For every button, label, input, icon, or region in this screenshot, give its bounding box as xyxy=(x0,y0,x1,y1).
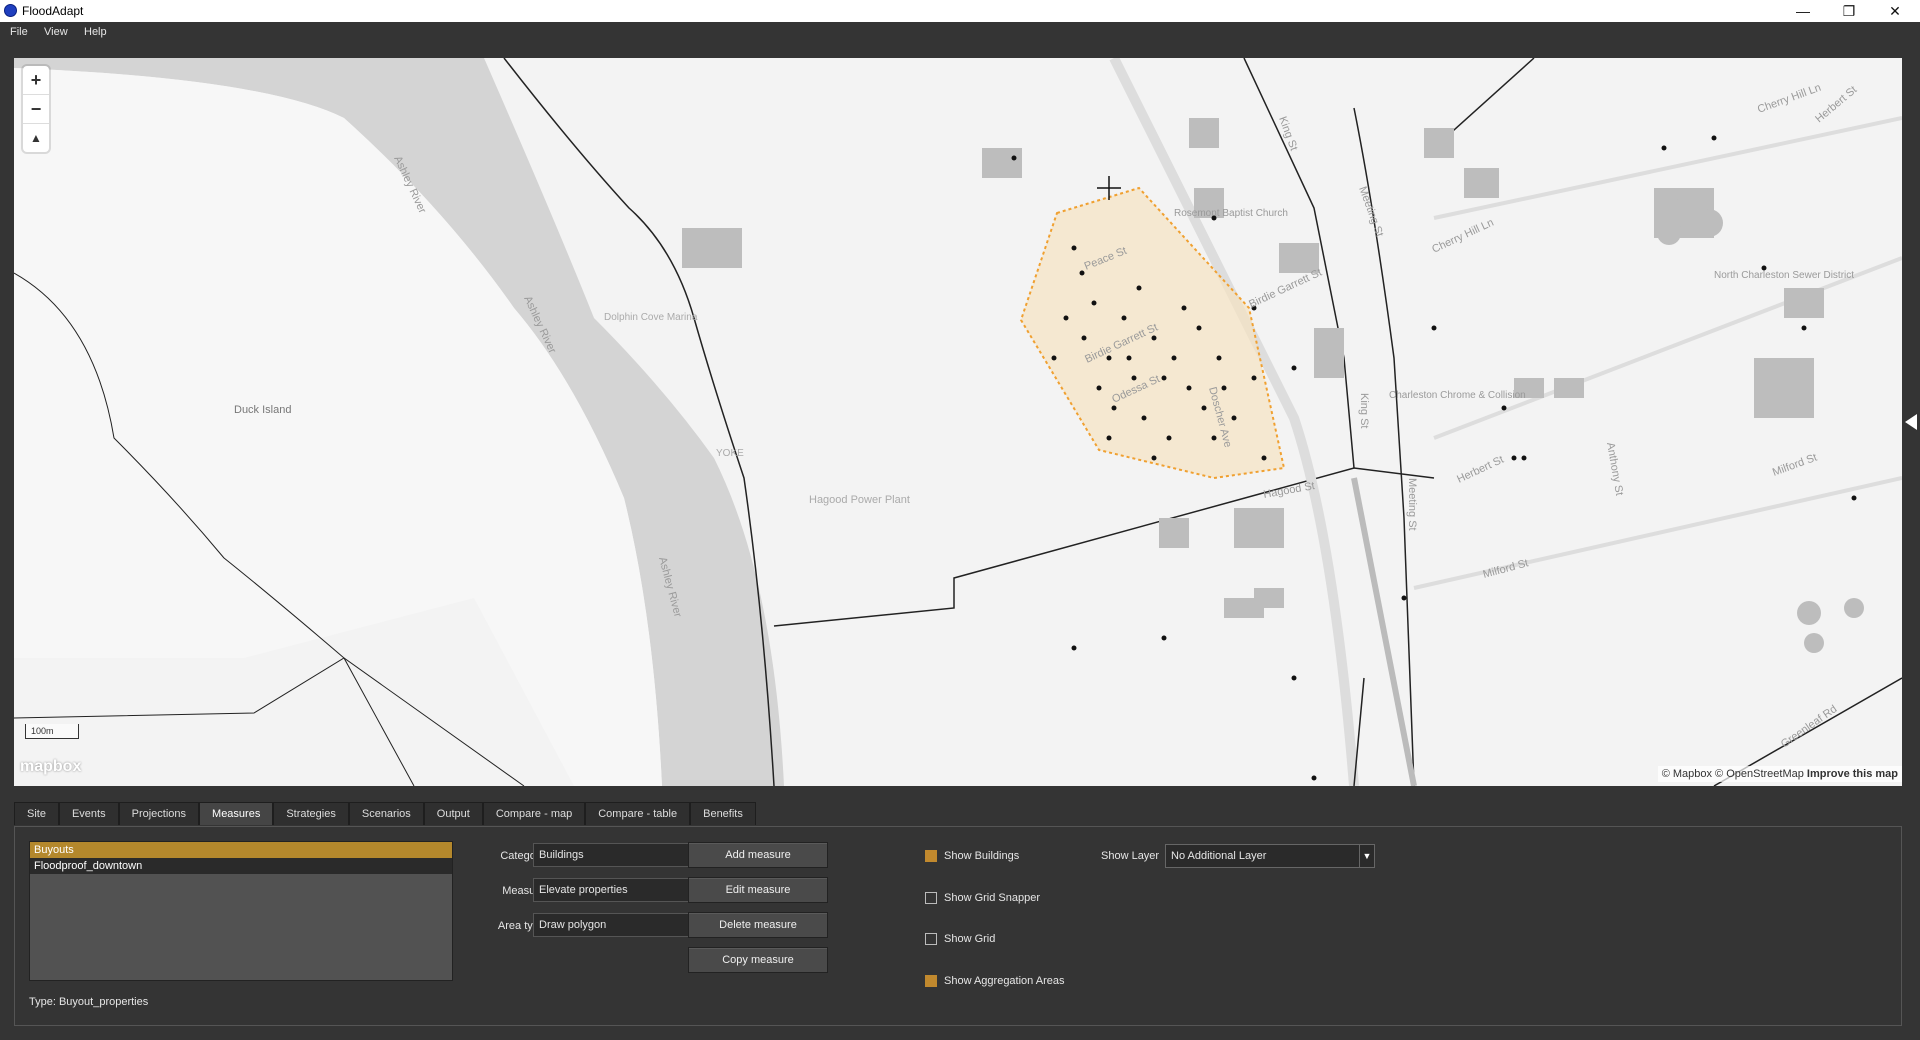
tab-projections[interactable]: Projections xyxy=(118,802,200,825)
road-line xyxy=(1433,256,1902,440)
measure-select[interactable]: Elevate properties ▼ xyxy=(533,878,705,902)
tab-compare-map[interactable]: Compare - map xyxy=(482,802,586,825)
show-grid-label: Show Grid xyxy=(944,933,996,945)
map-label: Anthony St xyxy=(1604,441,1625,496)
side-panel-toggle-icon[interactable] xyxy=(1905,414,1917,430)
river-area-2 xyxy=(14,68,662,786)
measure-type-label: Type: Buyout_properties xyxy=(29,996,149,1008)
map-label: Rosemont Baptist Church xyxy=(1174,208,1288,219)
road-line xyxy=(1353,677,1365,786)
area-type-value: Draw polygon xyxy=(539,919,607,931)
menu-help[interactable]: Help xyxy=(84,26,107,38)
map-label: Meeting St xyxy=(1356,185,1385,239)
main-tabs: Site Events Projections Measures Strateg… xyxy=(14,802,756,825)
menu-bar: File View Help xyxy=(0,22,1920,43)
minimize-button[interactable]: — xyxy=(1780,0,1826,22)
map-label: Greenleaf Rd xyxy=(1779,703,1839,750)
menu-view[interactable]: View xyxy=(44,26,68,38)
show-buildings-checkbox[interactable] xyxy=(925,850,937,862)
app-title: FloodAdapt xyxy=(22,4,84,18)
tab-strategies[interactable]: Strategies xyxy=(273,802,349,825)
area-type-select[interactable]: Draw polygon ▼ xyxy=(533,913,705,937)
measure-value: Elevate properties xyxy=(539,884,628,896)
zoom-in-button[interactable]: + xyxy=(23,66,49,95)
zoom-control: + − ▲ xyxy=(23,66,49,152)
menu-file[interactable]: File xyxy=(10,26,28,38)
scale-bar: 100m xyxy=(25,724,79,739)
map-canvas[interactable]: Ashley River Ashley River Ashley River D… xyxy=(14,58,1902,786)
mapbox-logo: mapbox xyxy=(20,758,82,775)
show-grid-checkbox[interactable] xyxy=(925,933,937,945)
map-view[interactable]: Ashley River Ashley River Ashley River D… xyxy=(14,58,1902,786)
map-label: Cherry Hill Ln xyxy=(1756,82,1823,116)
tab-scenarios[interactable]: Scenarios xyxy=(348,802,424,825)
map-label: Milford St xyxy=(1771,452,1819,479)
add-measure-button[interactable]: Add measure xyxy=(688,842,828,868)
show-layer-value: No Additional Layer xyxy=(1171,850,1267,862)
map-label: Milford St xyxy=(1482,557,1530,581)
tab-benefits[interactable]: Benefits xyxy=(690,802,756,825)
map-label: North Charleston Sewer District xyxy=(1714,270,1854,281)
show-layer-select[interactable]: No Additional Layer ▼ xyxy=(1165,844,1375,868)
copy-measure-button[interactable]: Copy measure xyxy=(688,947,828,973)
show-layer-label: Show Layer xyxy=(1101,850,1160,862)
attribution-text[interactable]: © Mapbox © OpenStreetMap xyxy=(1662,768,1804,780)
tab-measures[interactable]: Measures xyxy=(199,802,274,825)
map-label: Birdie Garrett St xyxy=(1247,267,1324,311)
road-line xyxy=(14,657,525,786)
list-item[interactable]: Floodproof_downtown xyxy=(30,858,452,874)
tab-events[interactable]: Events xyxy=(58,802,119,825)
category-select[interactable]: Buildings ▼ xyxy=(533,843,705,867)
chevron-down-icon: ▼ xyxy=(1359,845,1374,867)
category-value: Buildings xyxy=(539,849,584,861)
map-label: Meeting St xyxy=(1406,478,1418,531)
title-bar: FloodAdapt — ❐ ✕ xyxy=(0,0,1920,22)
show-grid-snapper-checkbox[interactable] xyxy=(925,892,937,904)
map-label: Dolphin Cove Marina xyxy=(604,312,698,323)
restore-button[interactable]: ❐ xyxy=(1826,0,1872,22)
show-aggregation-label: Show Aggregation Areas xyxy=(944,975,1065,987)
map-attribution: © Mapbox © OpenStreetMap Improve this ma… xyxy=(1657,766,1902,782)
road-line xyxy=(1351,477,1417,786)
zoom-out-button[interactable]: − xyxy=(23,95,49,124)
app-icon xyxy=(4,4,17,17)
show-buildings-label: Show Buildings xyxy=(944,850,1020,862)
improve-map-link[interactable]: Improve this map xyxy=(1807,768,1898,780)
measures-panel: Buyouts Floodproof_downtown Type: Buyout… xyxy=(14,826,1902,1026)
show-aggregation-checkbox[interactable] xyxy=(925,975,937,987)
map-label: Charleston Chrome & Collision xyxy=(1389,390,1526,401)
close-button[interactable]: ✕ xyxy=(1872,0,1918,22)
measures-list[interactable]: Buyouts Floodproof_downtown xyxy=(29,841,453,981)
map-label: Hagood St xyxy=(1262,480,1315,501)
map-label: King St xyxy=(1358,393,1370,428)
compass-button[interactable]: ▲ xyxy=(23,124,49,152)
tab-output[interactable]: Output xyxy=(423,802,483,825)
map-label: Cherry Hill Ln xyxy=(1430,217,1495,256)
edit-measure-button[interactable]: Edit measure xyxy=(688,877,828,903)
map-label: Herbert St xyxy=(1455,454,1506,486)
map-label: YOKE xyxy=(716,448,744,459)
tab-site[interactable]: Site xyxy=(14,802,59,825)
tab-compare-table[interactable]: Compare - table xyxy=(585,802,691,825)
map-label: Hagood Power Plant xyxy=(809,494,910,506)
map-label: Duck Island xyxy=(234,404,291,416)
list-item[interactable]: Buyouts xyxy=(30,842,452,858)
delete-measure-button[interactable]: Delete measure xyxy=(688,912,828,938)
show-grid-snapper-label: Show Grid Snapper xyxy=(944,892,1040,904)
